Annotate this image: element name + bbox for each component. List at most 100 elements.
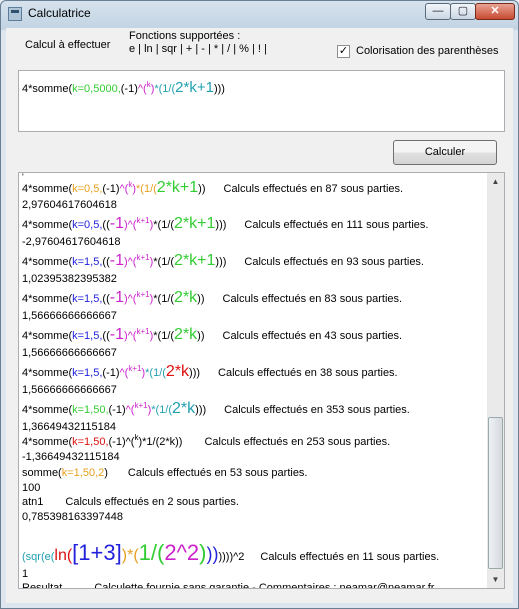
expression-token: 1,36649432115184: [22, 421, 117, 433]
calc-status-text: Calculs effectués en 353 sous parties.: [224, 404, 410, 416]
calc-status-text: Calculs effectués en 253 sous parties.: [204, 436, 391, 448]
expression-token: 0,785398163397448: [22, 511, 123, 523]
expression-token: (-1): [108, 404, 126, 416]
expression-token: k+1: [128, 364, 142, 373]
expression-token: 4*somme(: [22, 183, 73, 195]
scroll-down-arrow-icon[interactable]: ▼: [487, 571, 504, 588]
expression-token: k+1: [136, 290, 150, 299]
expression-token: 2*k: [172, 400, 196, 417]
minimize-button[interactable]: —: [425, 3, 451, 20]
maximize-button[interactable]: ▢: [450, 3, 476, 20]
expression-token: 1: [22, 568, 29, 580]
close-button[interactable]: ✕: [475, 3, 515, 20]
expression-token: *1/(2*k)): [142, 436, 183, 448]
result-line: 1,02395382395382: [22, 271, 484, 287]
expression-token: ((: [102, 293, 110, 305]
expression-token: *(1/(: [154, 83, 176, 95]
expression-text[interactable]: 4*somme(k=0,5000,(-1)^(k)*(1/(2*k+1))): [22, 79, 225, 96]
result-line: 1,56666666666667: [22, 345, 484, 361]
calc-status-text: Calculs effectués en 111 sous parties.: [244, 219, 429, 231]
expression-token: -1: [109, 289, 124, 306]
expression-token: 1: [78, 540, 91, 565]
expression-token: 4*somme(: [22, 436, 73, 448]
expression-token: Resultat: [22, 582, 63, 589]
calc-status-text: Calculs effectués en 38 sous parties.: [218, 367, 398, 379]
expression-token: *(1/(: [145, 367, 166, 379]
expression-token: 4*somme(: [22, 404, 73, 416]
client-area: Calcul à effectuer Fonctions supportées …: [6, 28, 513, 603]
calc-status-text: Calculs effectués en 87 sous parties.: [223, 183, 404, 195]
calc-label: Calcul à effectuer: [25, 39, 111, 51]
expression-token: ): [104, 467, 108, 479]
expression-token: k+1: [136, 253, 150, 262]
expression-token: *(1/(: [136, 183, 157, 195]
expression-token: k+1: [136, 216, 150, 225]
expression-token: 2*k: [174, 326, 198, 343]
expression-token: ((: [102, 330, 110, 342]
calc-status-text: Calculs effectués en 11 sous parties.: [260, 551, 440, 563]
result-line: atn1 Calculs effectués en 2 sous parties.: [22, 495, 484, 509]
calc-status-text: Calculs effectués en 93 sous parties.: [244, 256, 424, 268]
expression-input[interactable]: 4*somme(k=0,5000,(-1)^(k)*(1/(2*k+1))): [18, 70, 505, 132]
expression-token: 2*k: [165, 363, 190, 380]
scrollbar-thumb[interactable]: [488, 417, 503, 569]
expression-token: 1,56666666666667: [22, 384, 117, 396]
expression-token: k=0,5,: [72, 219, 103, 231]
result-line: 4*somme(k=1,5,(-1)^(k+1)*(1/(2*k))) Calcu…: [22, 361, 484, 382]
results-output[interactable]: ' 4*somme(k=0,5,(-1)^(k)*(1/(2*k+1)) Calcu…: [18, 172, 505, 589]
window-title: Calculatrice: [28, 6, 91, 20]
result-line: [22, 525, 484, 539]
expression-token: *(1/(: [153, 219, 175, 231]
result-line: 100: [22, 481, 484, 495]
calculator-app-icon: [8, 7, 22, 21]
expression-token: -1: [109, 326, 124, 343]
result-line: 0,785398163397448: [22, 509, 484, 525]
calc-status-text: Calculs effectués en 53 sous parties.: [127, 467, 308, 479]
expression-token: )): [206, 544, 219, 564]
expression-token: 4*somme(: [22, 330, 73, 342]
title-bar[interactable]: Calculatrice — ▢ ✕: [1, 1, 518, 27]
scroll-up-arrow-icon[interactable]: ▲: [487, 173, 504, 190]
result-line: 1,56666666666667: [22, 382, 484, 398]
expression-token: 1: [138, 540, 151, 565]
calc-status-text: Calculs effectués en 43 sous parties.: [222, 330, 403, 342]
expression-token: /(: [150, 540, 165, 565]
expression-token: -2,97604617604618: [22, 236, 121, 248]
expression-token: 4*somme(: [22, 293, 73, 305]
expression-token: )*(: [121, 547, 139, 564]
functions-list: e | ln | sqr | + | - | * | / | % | ! |: [129, 43, 267, 55]
expression-token: 2*k+1: [174, 252, 216, 269]
expression-token: ))): [213, 83, 225, 95]
expression-token: )): [197, 293, 205, 305]
expression-token: ))): [195, 404, 207, 416]
colorize-checkbox-label[interactable]: Colorisation des parenthèses: [356, 45, 498, 57]
expression-token: k+1: [136, 327, 150, 336]
expression-token: somme(: [22, 467, 62, 479]
result-line: 1,56666666666667: [22, 308, 484, 324]
calculate-button[interactable]: Calculer: [393, 140, 497, 165]
expression-token: (-1): [102, 183, 120, 195]
result-line: 4*somme(k=1,50,(-1)^(k)*1/(2*k)) Calculs …: [22, 434, 484, 449]
calculator-window: Calculatrice — ▢ ✕ Calcul à effectuer Fo…: [0, 0, 519, 609]
expression-token: 4*somme(: [22, 83, 73, 95]
expression-token: -1,36649432115184: [22, 451, 120, 463]
expression-token: k=1,5,: [72, 293, 103, 305]
expression-token: 4*somme(: [22, 219, 73, 231]
expression-token: ((: [102, 256, 110, 268]
expression-token: 4*somme(: [22, 256, 73, 268]
expression-token: 2*k+1: [156, 179, 199, 196]
result-line: 1: [22, 567, 484, 581]
expression-token: ))): [215, 256, 227, 268]
expression-token: *(1/(: [153, 256, 175, 268]
expression-token: -1: [109, 252, 124, 269]
colorize-checkbox[interactable]: ✓: [337, 45, 350, 58]
result-line: 1,36649432115184: [22, 419, 484, 435]
results-list: ' 4*somme(k=0,5,(-1)^(k)*(1/(2*k+1)) Calcu…: [22, 173, 484, 589]
expression-token: +3: [90, 540, 116, 565]
vertical-scrollbar[interactable]: ▲ ▼: [487, 173, 504, 588]
expression-token: ^2: [233, 551, 245, 563]
result-line: somme(k=1,50,2) Calculs effectués en 53 s…: [22, 465, 484, 481]
result-line: -2,97604617604618: [22, 234, 484, 250]
expression-token: 2,97604617604618: [22, 199, 117, 211]
expression-token: k+1: [134, 401, 148, 410]
